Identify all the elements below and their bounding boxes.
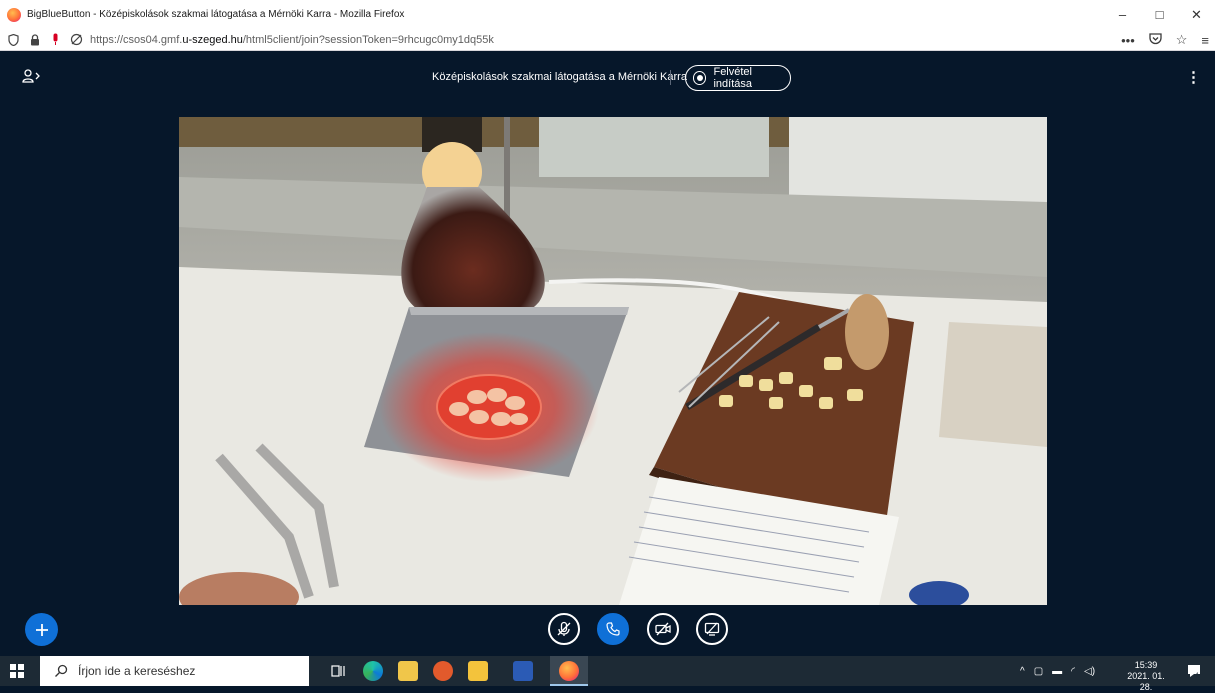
speaker-icon[interactable]: ◁) bbox=[1084, 666, 1095, 677]
autoplay-blocked-icon[interactable] bbox=[69, 32, 84, 47]
share-webcam-button[interactable] bbox=[647, 613, 679, 645]
microphone-icon[interactable] bbox=[48, 32, 63, 47]
share-screen-button[interactable] bbox=[696, 613, 728, 645]
bbb-navbar: Középiskolások szakmai látogatása a Mérn… bbox=[0, 51, 1215, 106]
hamburger-menu-button[interactable]: ≡ bbox=[1201, 33, 1209, 48]
system-tray: ^ ▢ ▬ ◜ ◁) bbox=[1020, 656, 1095, 686]
window-titlebar: BigBlueButton - Középiskolások szakmai l… bbox=[0, 0, 1215, 29]
phone-icon bbox=[606, 622, 620, 636]
start-recording-button[interactable]: Felvétel indítása bbox=[685, 65, 791, 91]
lock-icon[interactable] bbox=[27, 32, 42, 47]
task-view-icon[interactable] bbox=[328, 661, 348, 681]
plus-icon bbox=[35, 623, 48, 636]
leave-audio-button[interactable] bbox=[597, 613, 629, 645]
window-controls: – □ ✕ bbox=[1104, 0, 1215, 29]
video-stream bbox=[179, 117, 1047, 605]
battery-icon[interactable]: ▬ bbox=[1052, 666, 1062, 677]
actions-plus-button[interactable] bbox=[25, 613, 58, 646]
shield-icon[interactable] bbox=[6, 32, 21, 47]
taskbar-clock[interactable]: 15:39 2021. 01. 28. bbox=[1120, 660, 1172, 693]
user-list-toggle-icon[interactable] bbox=[22, 69, 44, 87]
clock-date: 2021. 01. 28. bbox=[1127, 671, 1165, 692]
page-actions-button[interactable]: ••• bbox=[1121, 33, 1135, 48]
record-icon bbox=[693, 71, 707, 85]
svg-text:1: 1 bbox=[1196, 673, 1200, 680]
pocket-icon[interactable] bbox=[1149, 32, 1162, 48]
address-bar: https://csos04.gmf.u-szeged.hu/html5clie… bbox=[0, 29, 1215, 51]
browser-toolbar-right: ••• ☆ ≡ bbox=[1121, 29, 1209, 51]
notification-center-icon[interactable]: 1 bbox=[1186, 663, 1202, 680]
options-menu-icon[interactable]: ⋮ bbox=[1186, 70, 1201, 85]
window-title: BigBlueButton - Középiskolások szakmai l… bbox=[27, 9, 405, 20]
file-explorer-icon[interactable] bbox=[468, 661, 488, 681]
search-placeholder: Írjon ide a kereséshez bbox=[78, 664, 196, 678]
unmute-button[interactable] bbox=[548, 613, 580, 645]
word-icon[interactable] bbox=[513, 661, 533, 681]
firefox-taskbar-icon[interactable] bbox=[559, 661, 579, 681]
store-icon[interactable] bbox=[398, 661, 418, 681]
powerpoint-icon[interactable] bbox=[433, 661, 453, 681]
minimize-button[interactable]: – bbox=[1104, 0, 1141, 29]
clock-time: 15:39 bbox=[1134, 660, 1158, 670]
device-icon[interactable]: ▢ bbox=[1034, 666, 1043, 677]
meeting-title: Középiskolások szakmai látogatása a Mérn… bbox=[432, 71, 687, 83]
chevron-up-icon[interactable]: ^ bbox=[1020, 666, 1025, 677]
url-field[interactable]: https://csos04.gmf.u-szeged.hu/html5clie… bbox=[90, 34, 494, 46]
divider bbox=[670, 70, 671, 85]
edge-browser-icon[interactable] bbox=[363, 661, 383, 681]
taskbar-search-input[interactable]: Írjon ide a kereséshez bbox=[40, 656, 309, 686]
search-icon bbox=[55, 664, 68, 677]
windows-start-icon[interactable] bbox=[10, 664, 24, 678]
close-window-button[interactable]: ✕ bbox=[1178, 0, 1215, 29]
microphone-muted-icon bbox=[557, 621, 571, 636]
record-label: Felvétel indítása bbox=[713, 66, 752, 90]
firefox-icon bbox=[7, 7, 21, 22]
bookmark-star-button[interactable]: ☆ bbox=[1176, 32, 1188, 48]
screen-share-off-icon bbox=[704, 622, 720, 636]
windows-taskbar: Írjon ide a kereséshez ^ ▢ ▬ ◜ ◁) 15:39 … bbox=[0, 656, 1215, 692]
camera-off-icon bbox=[655, 622, 671, 636]
wifi-icon[interactable]: ◜ bbox=[1071, 666, 1075, 677]
restore-button[interactable]: □ bbox=[1141, 0, 1178, 29]
